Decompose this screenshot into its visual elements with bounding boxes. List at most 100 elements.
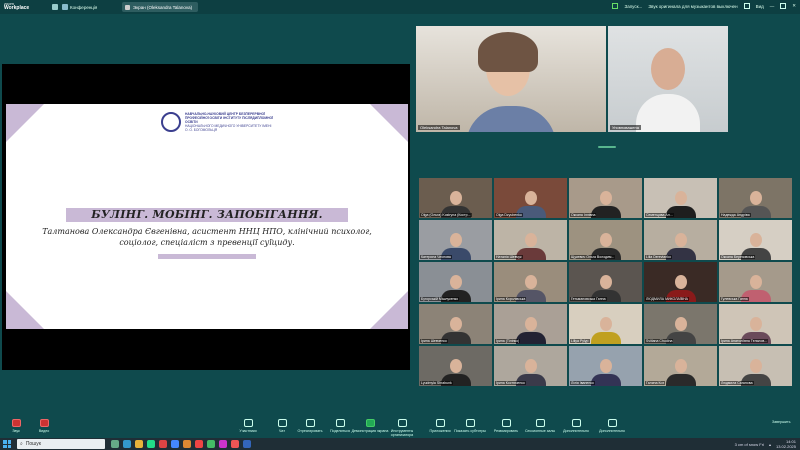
org-name: НАВЧАЛЬНО-НАУКОВИЙ ЦЕНТР БЕЗПЕРЕРВНОЇ ПР…	[185, 112, 273, 124]
participant-tile[interactable]: Lilia Derevianko	[644, 220, 717, 260]
participant-tile[interactable]: Семенцова Ал...	[644, 178, 717, 218]
captions-button[interactable]: Показать субтитры	[450, 419, 490, 433]
presentation-slide: НАВЧАЛЬНО-НАУКОВИЙ ЦЕНТР БЕЗПЕРЕРВНОЇ ПР…	[6, 104, 408, 329]
participant-tile[interactable]: Lyudmyla Shrabunk	[419, 346, 492, 386]
minimize-button[interactable]: —	[770, 4, 775, 9]
windows-start-icon[interactable]	[3, 440, 11, 448]
chat-icon	[277, 419, 287, 427]
breakout-button[interactable]: Сессионные залы	[520, 419, 560, 433]
host-tools-button[interactable]: Инструменты организатора	[382, 419, 422, 437]
info-button[interactable]	[52, 3, 58, 11]
slide-title: БУЛІНГ. МОБІНГ. ЗАПОБІГАННЯ.	[91, 208, 323, 221]
participant-name: Катерина Чеснова	[420, 255, 452, 259]
participant-tile[interactable]: Галина Кох	[644, 346, 717, 386]
participant-name: Бугорській Мішлукенко	[420, 297, 460, 301]
slide-corner-decoration	[6, 104, 44, 142]
participant-tile[interactable]: Ірина Шевченко	[419, 304, 492, 344]
divider-handle[interactable]	[598, 146, 616, 148]
participant-tile[interactable]: Надежда Андріюк	[719, 178, 792, 218]
video-button[interactable]: Видео	[24, 419, 64, 433]
weather-info[interactable]: 3 cm of snow Fri	[735, 442, 764, 447]
original-sound-toggle[interactable]: Звук оригинала для музыкантов выключен	[648, 4, 737, 9]
network-icon[interactable]: ▴	[769, 442, 771, 447]
app-icon[interactable]	[243, 440, 251, 448]
organization-header: НАВЧАЛЬНО-НАУКОВИЙ ЦЕНТР БЕЗПЕРЕРВНОЇ ПР…	[161, 112, 275, 132]
slide-subtitle: Талтанова Олександра Євгенівна, асистент…	[42, 227, 372, 247]
taskbar-search[interactable]: ⌕ Пошук	[17, 439, 105, 449]
leave-button[interactable]: Завершить	[772, 420, 790, 424]
speaker-tile[interactable]: Oleksandra Talanova	[416, 26, 606, 132]
view-menu[interactable]: Вид	[756, 4, 764, 9]
participant-face	[599, 190, 612, 205]
app-icon[interactable]	[207, 440, 215, 448]
participant-face	[524, 316, 537, 331]
participant-tile[interactable]: Лілія Іваненко	[569, 346, 642, 386]
participant-tile[interactable]: Гетьмановська Ганна	[569, 262, 642, 302]
shared-screen: НАВЧАЛЬНО-НАУКОВИЙ ЦЕНТР БЕЗПЕРЕРВНОЇ ПР…	[2, 64, 410, 370]
participant-tile[interactable]: Наталія Шевчук	[494, 220, 567, 260]
participant-name: Надежда Андріюк	[720, 213, 751, 217]
participant-gallery: Olga (Ольга) Kostryna (Костр... Olga Dzyu…	[419, 178, 794, 390]
participant-face	[524, 358, 537, 373]
speaker-tile[interactable]: Уповноважена	[608, 26, 728, 132]
participant-tile[interactable]: Ірина Королівська	[494, 262, 567, 302]
close-button[interactable]: ✕	[792, 3, 796, 9]
security-icon[interactable]	[612, 3, 619, 9]
app-icon[interactable]	[147, 440, 155, 448]
participant-name: Людмила Саганова	[720, 381, 754, 385]
participant-name: Оксана Березовська	[720, 255, 756, 259]
more-button[interactable]: Дополнительно	[592, 419, 632, 433]
participant-tile[interactable]: Ірина (Тіліпко)	[494, 304, 567, 344]
participant-name: Семенцова Ал...	[645, 213, 674, 217]
participant-tile[interactable]: Оксана Іллівна	[569, 178, 642, 218]
participant-name: Наталія Шевчук	[495, 255, 523, 259]
participant-face	[599, 316, 612, 331]
edge-icon[interactable]	[123, 440, 131, 448]
view-icon[interactable]	[743, 3, 750, 9]
participant-name: Ірина Королівська	[495, 297, 527, 301]
speaker-shirt	[636, 94, 700, 132]
participant-tile[interactable]: Olga Dzyubenko	[494, 178, 567, 218]
app-icon[interactable]	[183, 440, 191, 448]
participant-tile[interactable]: Svitlana Chudina	[644, 304, 717, 344]
record-button[interactable]: Дополнительно	[556, 419, 596, 433]
app-icon[interactable]	[219, 440, 227, 448]
speaker-name: Oleksandra Talanova	[418, 125, 460, 130]
participant-tile[interactable]: ЛЮДМИЛА МИКОЛАЇВНА	[644, 262, 717, 302]
participant-face	[749, 274, 762, 289]
share-icon	[335, 419, 345, 427]
participant-face	[749, 232, 762, 247]
conference-tab[interactable]: Конференція	[62, 3, 97, 11]
explorer-icon[interactable]	[135, 440, 143, 448]
search-icon: ⌕	[20, 441, 23, 447]
app-icon[interactable]	[159, 440, 167, 448]
app-icon[interactable]	[231, 440, 239, 448]
participant-tile[interactable]: Людмила Саганова	[719, 346, 792, 386]
participant-name: Ірина Анатоліївна Тельнов...	[720, 339, 769, 343]
participant-tile[interactable]: Оксана Березовська	[719, 220, 792, 260]
taskview-icon[interactable]	[111, 440, 119, 448]
participant-tile[interactable]: Ірина Костюченко	[494, 346, 567, 386]
participant-tile[interactable]: Щукевич Ольга Володим...	[569, 220, 642, 260]
sound-status[interactable]: Запуск...	[624, 4, 642, 9]
participant-tile[interactable]: Ірина Анатоліївна Тельнов...	[719, 304, 792, 344]
viewing-screen-pill[interactable]: Экран (Oleksandra Talanova)	[122, 2, 198, 12]
clock[interactable]: 14:01 13.02.2025	[776, 439, 796, 449]
speaker-shirt	[466, 106, 556, 132]
camera-icon	[39, 419, 49, 427]
participant-face	[524, 232, 537, 247]
participant-tile[interactable]: Катерина Чеснова	[419, 220, 492, 260]
participant-tile[interactable]: Olga (Ольга) Kostryna (Костр...	[419, 178, 492, 218]
maximize-button[interactable]	[780, 3, 787, 9]
participant-face	[449, 316, 462, 331]
zoom-app-icon[interactable]	[171, 440, 179, 448]
participant-tile[interactable]: Гулевська Ганна	[719, 262, 792, 302]
participant-tile[interactable]: Бугорській Мішлукенко	[419, 262, 492, 302]
participant-face	[674, 274, 687, 289]
chrome-icon[interactable]	[195, 440, 203, 448]
participant-tile[interactable]: Liliya Pylyp	[569, 304, 642, 344]
participant-name: Olga (Ольга) Kostryna (Костр...	[420, 213, 472, 217]
participant-name: Гулевська Ганна	[720, 297, 749, 301]
participant-name: Svitlana Chudina	[645, 339, 674, 343]
apps-icon	[435, 419, 445, 427]
